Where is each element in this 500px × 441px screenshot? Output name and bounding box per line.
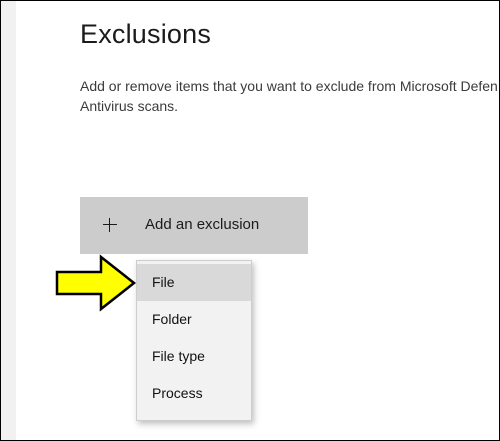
plus-icon <box>103 218 117 232</box>
page-description: Add or remove items that you want to exc… <box>80 76 498 116</box>
menu-item-folder[interactable]: Folder <box>137 301 251 338</box>
exclusions-page: Exclusions Add or remove items that you … <box>0 0 500 441</box>
add-exclusion-label: Add an exclusion <box>145 216 260 233</box>
menu-item-process[interactable]: Process <box>137 375 251 412</box>
page-title: Exclusions <box>80 19 212 49</box>
arrow-right-icon <box>55 254 137 312</box>
description-line-2: Antivirus scans. <box>80 98 179 114</box>
menu-item-file-type[interactable]: File type <box>137 338 251 375</box>
left-nav-strip <box>1 1 16 440</box>
menu-item-file[interactable]: File <box>137 264 251 301</box>
exclusion-type-menu: File Folder File type Process <box>136 260 252 421</box>
add-exclusion-button[interactable]: Add an exclusion <box>80 197 308 254</box>
description-line-1: Add or remove items that you want to exc… <box>80 78 498 94</box>
